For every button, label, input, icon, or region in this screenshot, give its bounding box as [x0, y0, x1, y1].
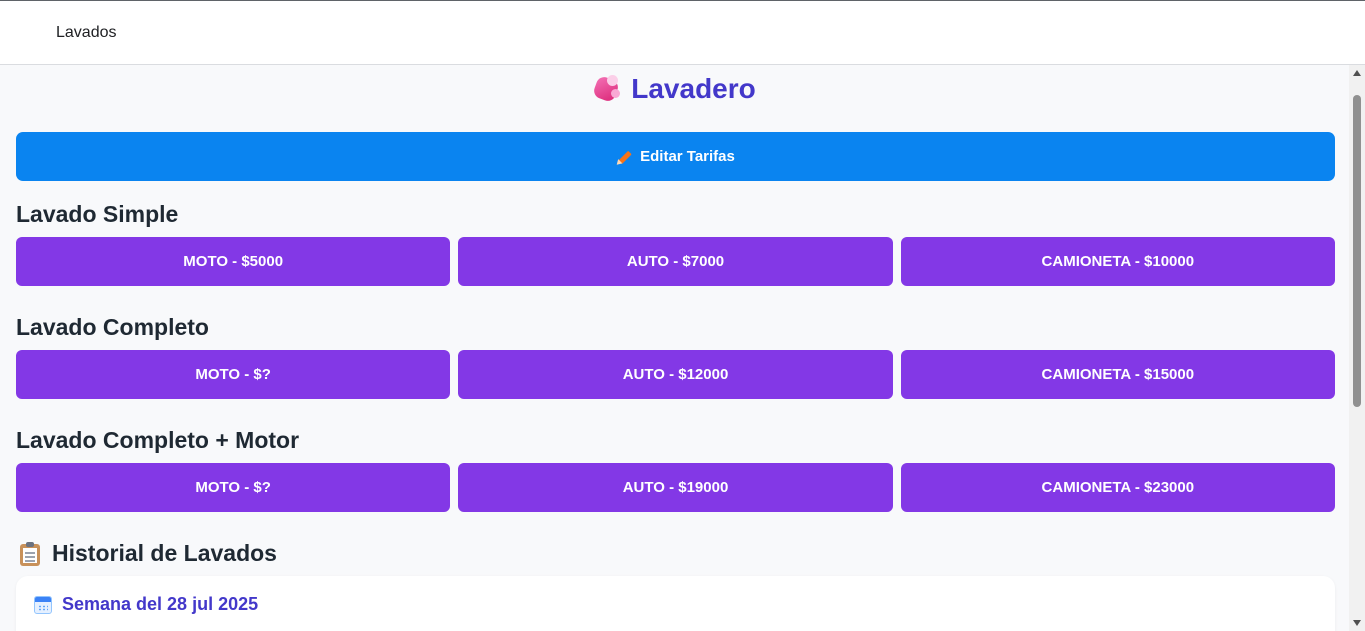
lavado-simple-options: MOTO - $5000 AUTO - $7000 CAMIONETA - $1… — [16, 237, 1335, 286]
completo-camioneta-button[interactable]: CAMIONETA - $15000 — [900, 350, 1335, 399]
completo-auto-button[interactable]: AUTO - $12000 — [458, 350, 893, 399]
vertical-scrollbar[interactable] — [1349, 65, 1365, 631]
clipboard-icon — [20, 541, 40, 566]
scroll-down-icon[interactable] — [1353, 620, 1361, 626]
history-title: Historial de Lavados — [20, 540, 277, 567]
simple-moto-button[interactable]: MOTO - $5000 — [16, 237, 451, 286]
week-card: Semana del 28 jul 2025 — [16, 576, 1335, 631]
app-title-text: Lavadero — [631, 73, 756, 104]
calendar-icon — [34, 595, 52, 614]
app-content: Lavadero Editar Tarifas Lavado Simple MO… — [0, 65, 1349, 631]
scrollbar-thumb[interactable] — [1353, 95, 1361, 407]
lavado-completo-options: MOTO - $? AUTO - $12000 CAMIONETA - $150… — [16, 350, 1335, 399]
droplets-icon — [592, 74, 623, 104]
section-title-lavado-completo-motor: Lavado Completo + Motor — [16, 427, 300, 453]
lavado-completo-motor-options: MOTO - $? AUTO - $19000 CAMIONETA - $230… — [16, 463, 1335, 512]
edit-rates-button[interactable]: Editar Tarifas — [16, 132, 1335, 181]
section-title-lavado-completo: Lavado Completo — [16, 314, 209, 340]
scroll-up-icon[interactable] — [1353, 70, 1361, 76]
motor-auto-button[interactable]: AUTO - $19000 — [458, 463, 893, 512]
history-title-text: Historial de Lavados — [52, 540, 277, 566]
completo-moto-button[interactable]: MOTO - $? — [16, 350, 451, 399]
pencil-icon — [614, 149, 632, 167]
motor-camioneta-button[interactable]: CAMIONETA - $23000 — [900, 463, 1335, 512]
section-title-lavado-simple: Lavado Simple — [16, 201, 179, 227]
week-header[interactable]: Semana del 28 jul 2025 — [34, 594, 258, 615]
week-label: Semana del 28 jul 2025 — [62, 594, 259, 614]
app-title: Lavadero — [0, 73, 1349, 105]
page-tab-title: Lavados — [56, 24, 117, 41]
motor-moto-button[interactable]: MOTO - $? — [16, 463, 451, 512]
top-bar: Lavados — [0, 0, 1365, 65]
simple-camioneta-button[interactable]: CAMIONETA - $10000 — [900, 237, 1335, 286]
edit-rates-label: Editar Tarifas — [640, 148, 735, 165]
simple-auto-button[interactable]: AUTO - $7000 — [458, 237, 893, 286]
